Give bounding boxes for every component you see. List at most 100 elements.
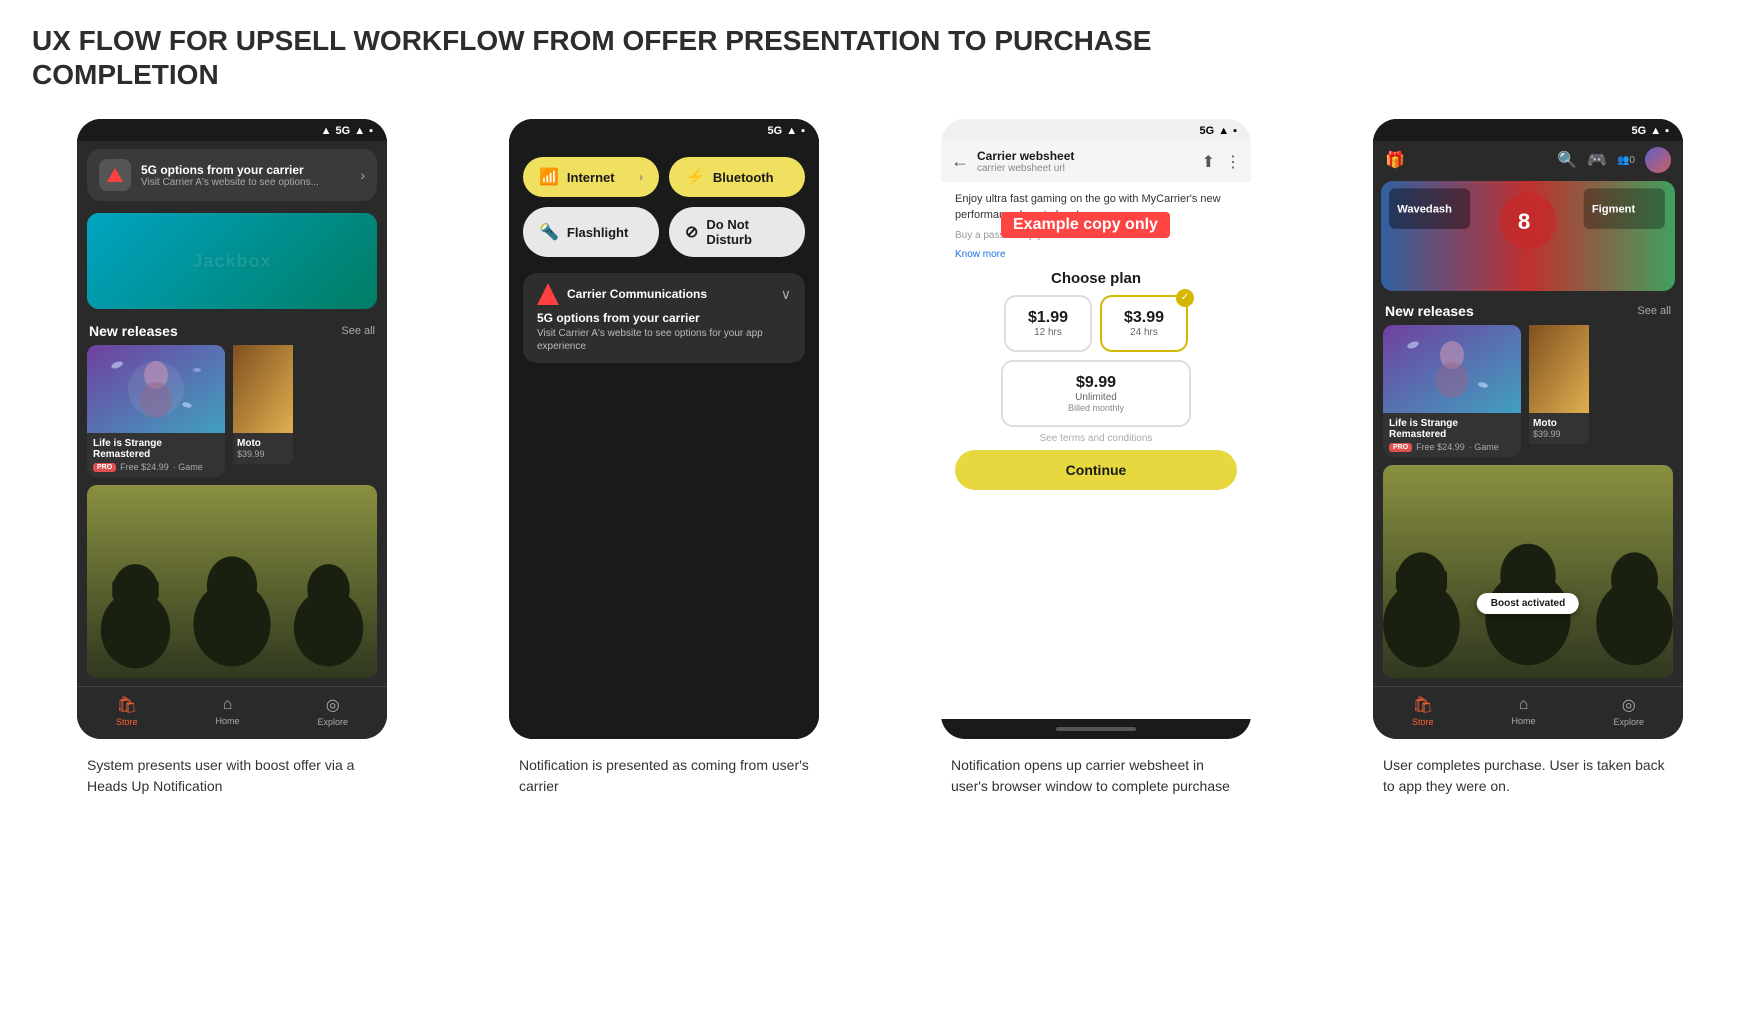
partial-price-4: $39.99	[1533, 429, 1585, 439]
toggle-bluetooth[interactable]: ⚡ Bluetooth	[669, 157, 805, 197]
plan-card-1[interactable]: $1.99 12 hrs	[1004, 295, 1092, 352]
avatar-4[interactable]	[1645, 147, 1671, 173]
toggle-dnd-label: Do Not Disturb	[706, 217, 789, 247]
bottom-hero-4: Boost activated	[1383, 465, 1673, 678]
phone-frame-2: 5G ▲ ▪ 📶 Internet › ⚡ Bluetooth	[509, 119, 819, 739]
nav-home-1[interactable]: ⌂ Home	[215, 696, 239, 726]
partial-img-4	[1529, 325, 1589, 413]
nav-explore-4[interactable]: ◎ Explore	[1613, 695, 1644, 727]
plan-duration-3: Unlimited	[1011, 392, 1181, 403]
plan-card-3[interactable]: $9.99 Unlimited Billed monthly	[1001, 360, 1191, 427]
status-bar-3: 5G ▲ ▪	[941, 119, 1251, 141]
svg-text:Wavedash: Wavedash	[1397, 204, 1452, 216]
see-all-1[interactable]: See all	[341, 325, 375, 337]
home-icon-1: ⌂	[223, 696, 233, 714]
partial-game-title-4: Moto	[1533, 418, 1585, 429]
signal-icon-1: ▲	[321, 125, 332, 137]
status-5g-2: 5G	[768, 125, 783, 137]
toggle-dnd[interactable]: ⊘ Do Not Disturb	[669, 207, 805, 257]
gift-icon-4: 🎁	[1385, 150, 1405, 170]
caption-3: Notification opens up carrier websheet i…	[951, 755, 1241, 797]
pro-badge-4: PRO	[1389, 443, 1412, 452]
nav-explore-1[interactable]: ◎ Explore	[317, 695, 348, 727]
status-bar-2: 5G ▲ ▪	[509, 119, 819, 141]
carrier-notif-header: Carrier Communications ∨	[537, 283, 791, 305]
game-meta-4: PRO Free $24.99 · Game	[1389, 442, 1515, 452]
carrier-notif[interactable]: Carrier Communications ∨ 5G options from…	[523, 273, 805, 363]
nav-store-1[interactable]: 🛍 Store	[116, 695, 138, 727]
boost-badge: Boost activated	[1477, 593, 1579, 614]
back-icon-3[interactable]: ←	[951, 151, 969, 172]
nav-store-4[interactable]: 🛍 Store	[1412, 695, 1434, 727]
plan-price-2: $3.99	[1110, 309, 1178, 327]
toggle-flashlight[interactable]: 🔦 Flashlight	[523, 207, 659, 257]
s4-topbar: 🎁 🔍 🎮 👥0	[1373, 141, 1683, 179]
nav-store-label-1: Store	[116, 717, 138, 727]
screen1-col: ▲ 5G ▲ ▪ 5G options from your carrier Vi…	[32, 119, 432, 797]
terms-text: See terms and conditions	[955, 433, 1237, 444]
plan-price-1: $1.99	[1014, 309, 1082, 327]
home-indicator-3	[1056, 727, 1136, 731]
continue-button[interactable]: Continue	[955, 450, 1237, 490]
partial-img-1	[233, 345, 293, 433]
game-card-partial-4: Moto $39.99	[1529, 325, 1589, 457]
status-5g-3: 5G	[1200, 125, 1215, 137]
signal-icon-2: ▲	[786, 125, 797, 137]
nav-home-label-1: Home	[215, 716, 239, 726]
s4-right-icons: 🔍 🎮 👥0	[1557, 147, 1671, 173]
battery-icon-1: ▪	[369, 125, 373, 137]
new-releases-header-1: New releases See all	[77, 313, 387, 345]
toggle-internet[interactable]: 📶 Internet ›	[523, 157, 659, 197]
more-icon-3[interactable]: ⋮	[1225, 152, 1241, 172]
game-type-4: · Game	[1469, 442, 1499, 452]
status-5g-1: 5G	[336, 125, 351, 137]
plan-duration-2: 24 hrs	[1110, 327, 1178, 338]
store-icon-4: 🛍	[1413, 695, 1433, 715]
store-icon-1: 🛍	[117, 695, 137, 715]
section-title-4: New releases	[1385, 303, 1474, 319]
internet-icon: 📶	[539, 167, 559, 187]
nav-home-4[interactable]: ⌂ Home	[1511, 696, 1535, 726]
hero-banner-1: Jackbox	[87, 213, 377, 309]
carrier-notif-body: Visit Carrier A's website to see options…	[537, 327, 791, 353]
search-icon-4[interactable]: 🔍	[1557, 150, 1577, 170]
nav-explore-label-4: Explore	[1613, 717, 1644, 727]
share-icon-3[interactable]: ⬆	[1202, 152, 1215, 172]
nav-explore-label-1: Explore	[317, 717, 348, 727]
quick-toggles: 📶 Internet › ⚡ Bluetooth 🔦 Flashlight ⊘	[509, 141, 819, 265]
see-all-4[interactable]: See all	[1637, 305, 1671, 317]
gamepad-icon-4: 🎮	[1587, 150, 1607, 170]
plan-card-2[interactable]: $3.99 24 hrs	[1100, 295, 1188, 352]
notification-card-1[interactable]: 5G options from your carrier Visit Carri…	[87, 149, 377, 201]
websheet-url: carrier websheet url	[977, 163, 1194, 174]
plan-billing-3: Billed monthly	[1011, 403, 1181, 413]
home-icon-4: ⌂	[1519, 696, 1529, 714]
phone-screen-1: ▲ 5G ▲ ▪ 5G options from your carrier Vi…	[77, 119, 387, 739]
bottom-hero-1	[87, 485, 377, 678]
dnd-icon: ⊘	[685, 222, 698, 242]
carrier-notif-title: 5G options from your carrier	[537, 311, 791, 325]
game-card-1[interactable]: Life is Strange Remastered PRO Free $24.…	[87, 345, 225, 477]
hero-banner-4: Wavedash 8 Figment	[1381, 181, 1675, 291]
svg-text:Figment: Figment	[1592, 204, 1636, 216]
websheet-icons: ⬆ ⋮	[1202, 152, 1241, 172]
battery-icon-4: ▪	[1665, 125, 1669, 137]
section-title-1: New releases	[89, 323, 178, 339]
phone-screen-3: 5G ▲ ▪ ← Carrier websheet carrier webshe…	[941, 119, 1251, 739]
phone-frame-3: 5G ▲ ▪ ← Carrier websheet carrier webshe…	[941, 119, 1251, 739]
carrier-title-row: Carrier Communications	[537, 283, 707, 305]
notif-subtitle-1: Visit Carrier A's website to see options…	[141, 177, 350, 188]
game-card-partial-1: Moto $39.99	[233, 345, 293, 477]
game-cards-row-1: Life is Strange Remastered PRO Free $24.…	[77, 345, 387, 477]
websheet-body: Enjoy ultra fast gaming on the go with M…	[941, 182, 1251, 719]
websheet-title: Carrier websheet	[977, 149, 1194, 163]
game-card-info-4: Life is Strange Remastered PRO Free $24.…	[1383, 413, 1521, 457]
game-card-img-4	[1383, 325, 1521, 413]
nav-store-label-4: Store	[1412, 717, 1434, 727]
carrier-name: Carrier Communications	[567, 287, 707, 301]
partial-game-title-1: Moto	[237, 438, 289, 449]
game-card-img-1	[87, 345, 225, 433]
notif-title-1: 5G options from your carrier	[141, 163, 350, 177]
know-more-link[interactable]: Know more	[955, 249, 1237, 260]
game-card-4[interactable]: Life is Strange Remastered PRO Free $24.…	[1383, 325, 1521, 457]
